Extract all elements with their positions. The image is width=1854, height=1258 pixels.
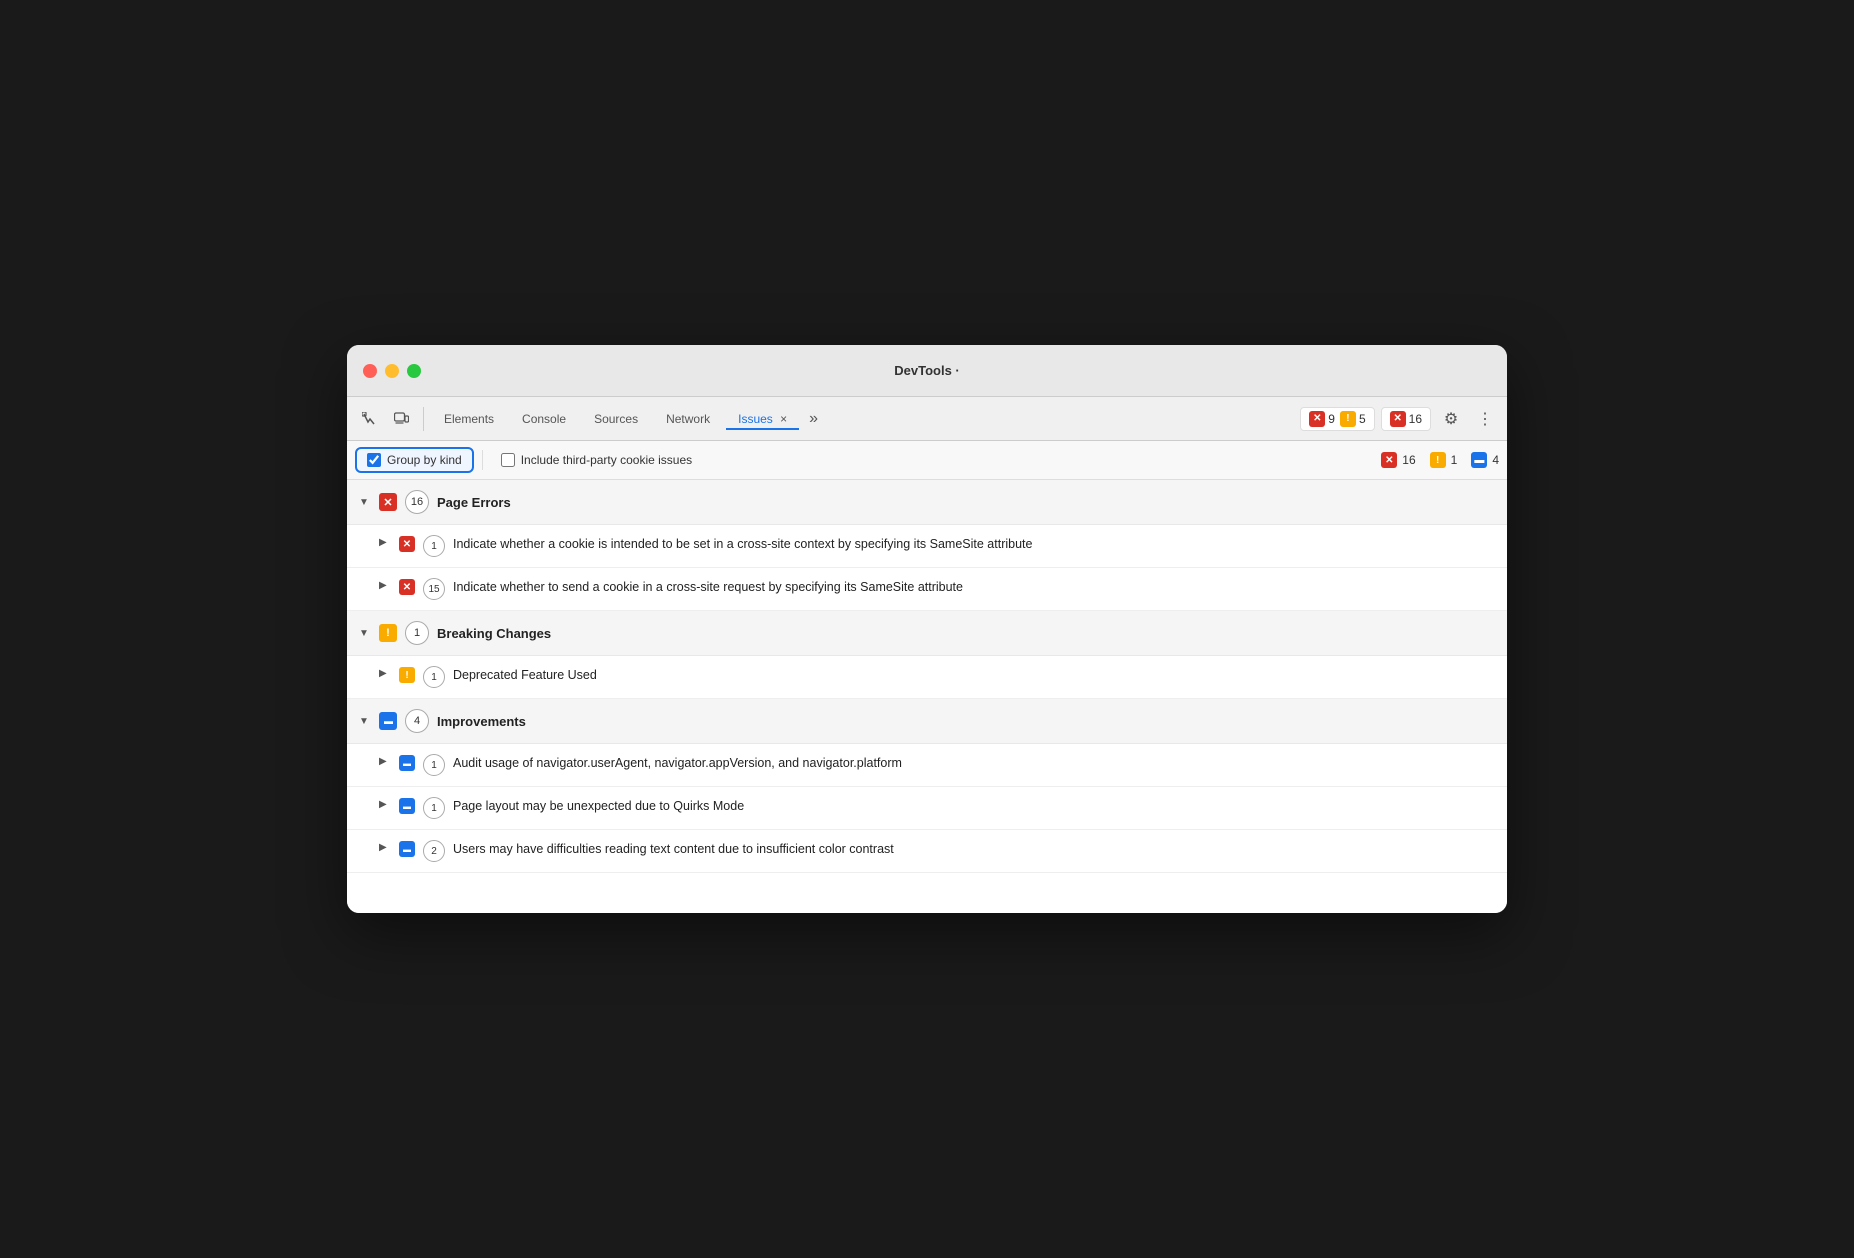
issue-4-text: Audit usage of navigator.userAgent, navi…	[453, 754, 902, 773]
issue-4-count: 1	[423, 754, 445, 776]
responsive-icon[interactable]	[387, 405, 415, 433]
issues-content: ▼ ✕ 16 Page Errors ▶ ✕ 1 Indicate whethe…	[347, 480, 1507, 913]
settings-icon[interactable]: ⚙	[1437, 405, 1465, 433]
bottom-spacer	[347, 873, 1507, 913]
warning-icon: !	[1340, 411, 1356, 427]
total-error-icon: ✕	[1390, 411, 1406, 427]
group-by-kind-label: Group by kind	[387, 453, 462, 467]
third-party-checkbox[interactable]	[501, 453, 515, 467]
error-warning-badge[interactable]: ✕ 9 ! 5	[1300, 407, 1374, 431]
total-badge[interactable]: ✕ 16	[1381, 407, 1431, 431]
third-party-filter[interactable]: Include third-party cookie issues	[491, 449, 702, 471]
breaking-changes-chevron: ▼	[359, 628, 371, 639]
issue-3-chevron: ▶	[379, 668, 391, 679]
tab-sources[interactable]: Sources	[582, 408, 650, 430]
group-page-errors[interactable]: ▼ ✕ 16 Page Errors	[347, 480, 1507, 525]
filter-error-count: 16	[1402, 453, 1415, 467]
error-count: 9	[1328, 412, 1335, 426]
filter-info-badge[interactable]: ▬ 4	[1471, 452, 1499, 468]
issue-3-warning-icon: !	[399, 667, 415, 683]
filter-info-icon: ▬	[1471, 452, 1487, 468]
page-errors-count: 16	[405, 490, 429, 514]
issue-1-text: Indicate whether a cookie is intended to…	[453, 535, 1032, 554]
inspect-icon[interactable]	[355, 405, 383, 433]
warning-count: 5	[1359, 412, 1366, 426]
breaking-changes-icon: !	[379, 624, 397, 642]
issue-4-chevron: ▶	[379, 756, 391, 767]
filter-warning-icon: !	[1430, 452, 1446, 468]
issue-useragent[interactable]: ▶ ▬ 1 Audit usage of navigator.userAgent…	[347, 744, 1507, 787]
issue-5-info-icon: ▬	[399, 798, 415, 814]
group-by-kind-checkbox[interactable]	[367, 453, 381, 467]
issue-1-chevron: ▶	[379, 537, 391, 548]
issue-2-chevron: ▶	[379, 580, 391, 591]
tab-issues[interactable]: Issues ×	[726, 408, 799, 430]
tab-bar: Elements Console Sources Network Issues …	[347, 397, 1507, 441]
filter-separator	[482, 450, 483, 470]
page-errors-icon: ✕	[379, 493, 397, 511]
issue-5-chevron: ▶	[379, 799, 391, 810]
issue-color-contrast[interactable]: ▶ ▬ 2 Users may have difficulties readin…	[347, 830, 1507, 873]
issue-6-chevron: ▶	[379, 842, 391, 853]
window-title: DevTools ·	[894, 363, 960, 378]
page-errors-chevron: ▼	[359, 497, 371, 508]
tab-console[interactable]: Console	[510, 408, 578, 430]
filter-warning-count: 1	[1451, 453, 1458, 467]
issues-close-icon[interactable]: ×	[780, 412, 787, 426]
title-bar: DevTools ·	[347, 345, 1507, 397]
page-errors-title: Page Errors	[437, 495, 511, 510]
filter-info-count: 4	[1492, 453, 1499, 467]
filter-counts: ✕ 16 ! 1 ▬ 4	[1381, 452, 1499, 468]
issue-6-count: 2	[423, 840, 445, 862]
filter-bar: Group by kind Include third-party cookie…	[347, 441, 1507, 480]
tab-network[interactable]: Network	[654, 408, 722, 430]
group-improvements[interactable]: ▼ ▬ 4 Improvements	[347, 699, 1507, 744]
group-by-kind-filter[interactable]: Group by kind	[355, 447, 474, 473]
issue-samesite-2[interactable]: ▶ ✕ 15 Indicate whether to send a cookie…	[347, 568, 1507, 611]
group-breaking-changes[interactable]: ▼ ! 1 Breaking Changes	[347, 611, 1507, 656]
issue-2-error-icon: ✕	[399, 579, 415, 595]
issue-6-text: Users may have difficulties reading text…	[453, 840, 894, 859]
tab-elements[interactable]: Elements	[432, 408, 506, 430]
more-options-icon[interactable]: ⋮	[1471, 405, 1499, 433]
filter-error-icon: ✕	[1381, 452, 1397, 468]
issue-samesite-1[interactable]: ▶ ✕ 1 Indicate whether a cookie is inten…	[347, 525, 1507, 568]
breaking-changes-count: 1	[405, 621, 429, 645]
issue-4-info-icon: ▬	[399, 755, 415, 771]
breaking-changes-title: Breaking Changes	[437, 626, 551, 641]
improvements-icon: ▬	[379, 712, 397, 730]
issue-5-count: 1	[423, 797, 445, 819]
issue-1-count: 1	[423, 535, 445, 557]
close-button[interactable]	[363, 364, 377, 378]
improvements-chevron: ▼	[359, 716, 371, 727]
filter-error-badge[interactable]: ✕ 16	[1381, 452, 1415, 468]
devtools-window: DevTools · Elements Console Sources Netw…	[347, 345, 1507, 913]
issue-3-count: 1	[423, 666, 445, 688]
traffic-lights	[363, 364, 421, 378]
third-party-label: Include third-party cookie issues	[521, 453, 692, 467]
issue-3-text: Deprecated Feature Used	[453, 666, 597, 685]
issue-2-count: 15	[423, 578, 445, 600]
more-tabs-icon[interactable]: »	[803, 406, 824, 432]
issue-2-text: Indicate whether to send a cookie in a c…	[453, 578, 963, 597]
maximize-button[interactable]	[407, 364, 421, 378]
improvements-title: Improvements	[437, 714, 526, 729]
improvements-count: 4	[405, 709, 429, 733]
total-count: 16	[1409, 412, 1422, 426]
issue-deprecated[interactable]: ▶ ! 1 Deprecated Feature Used	[347, 656, 1507, 699]
error-icon: ✕	[1309, 411, 1325, 427]
issue-1-error-icon: ✕	[399, 536, 415, 552]
toolbar-divider	[423, 407, 424, 431]
filter-warning-badge[interactable]: ! 1	[1430, 452, 1458, 468]
minimize-button[interactable]	[385, 364, 399, 378]
issue-quirks-mode[interactable]: ▶ ▬ 1 Page layout may be unexpected due …	[347, 787, 1507, 830]
issue-5-text: Page layout may be unexpected due to Qui…	[453, 797, 744, 816]
issue-6-info-icon: ▬	[399, 841, 415, 857]
toolbar-right: ✕ 9 ! 5 ✕ 16 ⚙ ⋮	[1300, 405, 1499, 433]
